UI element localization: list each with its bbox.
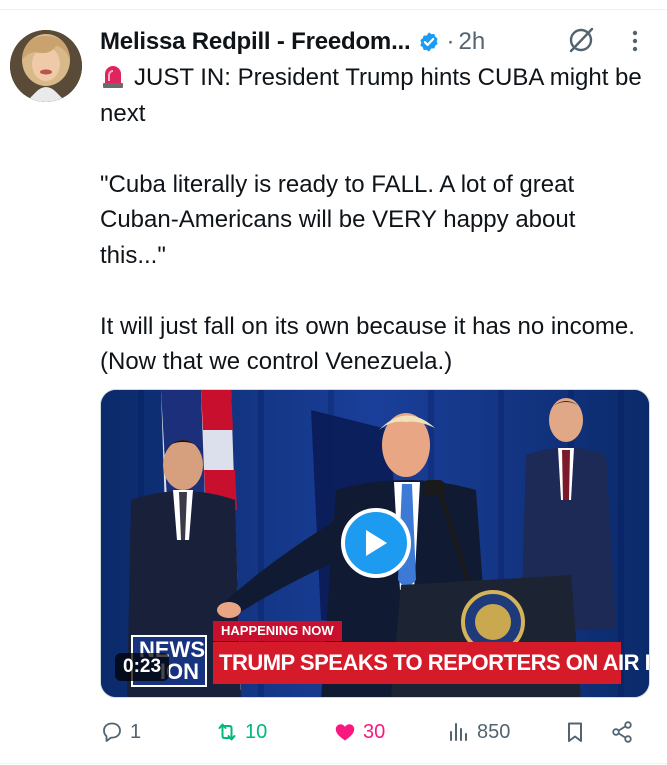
- siren-icon: [103, 66, 123, 88]
- bottom-divider: [0, 763, 667, 764]
- more-icon[interactable]: [620, 26, 650, 56]
- bookmark-button[interactable]: [563, 712, 587, 752]
- reply-count: 1: [130, 720, 142, 743]
- video-duration: 0:23: [115, 653, 170, 681]
- play-button[interactable]: [341, 508, 411, 578]
- post-timestamp[interactable]: 2h: [458, 28, 485, 56]
- happening-now-tag: HAPPENING NOW: [213, 621, 342, 641]
- reply-icon: [103, 722, 121, 742]
- views-count: 850: [477, 720, 511, 743]
- share-icon: [612, 721, 632, 743]
- play-icon: [366, 530, 387, 556]
- bookmark-icon: [568, 722, 582, 742]
- reply-button[interactable]: 1: [100, 712, 141, 752]
- news-headline-banner: TRUMP SPEAKS TO REPORTERS ON AIR FORCE O…: [213, 642, 649, 684]
- views-button[interactable]: 850: [447, 712, 510, 752]
- like-count: 30: [363, 720, 386, 743]
- repost-icon: [218, 723, 236, 741]
- post-text-body: "Cuba literally is ready to FALL. A lot …: [100, 170, 635, 375]
- separator-dot: ·: [446, 28, 455, 55]
- like-icon: [335, 724, 355, 741]
- avatar[interactable]: [10, 30, 82, 102]
- post-text: JUST IN: President Trump hints CUBA migh…: [100, 60, 645, 380]
- repost-count: 10: [245, 720, 268, 743]
- repost-button[interactable]: 10: [215, 712, 267, 752]
- author-name[interactable]: Melissa Redpill - Freedom...: [100, 28, 411, 56]
- like-button[interactable]: 30: [333, 712, 385, 752]
- avatar-image: [10, 30, 82, 102]
- action-bar: 1 10 30 850: [100, 712, 640, 752]
- post-header: Melissa Redpill - Freedom... · 2h: [100, 22, 647, 62]
- views-icon: [450, 723, 467, 741]
- top-divider: [0, 9, 667, 10]
- video-player[interactable]: NEWS ION 0:23 HAPPENING NOW TRUMP SPEAKS …: [100, 389, 650, 698]
- verified-badge-icon: [420, 32, 439, 52]
- grok-icon[interactable]: [566, 25, 596, 55]
- post-text-headline: JUST IN: President Trump hints CUBA migh…: [100, 64, 649, 127]
- share-button[interactable]: [610, 712, 634, 752]
